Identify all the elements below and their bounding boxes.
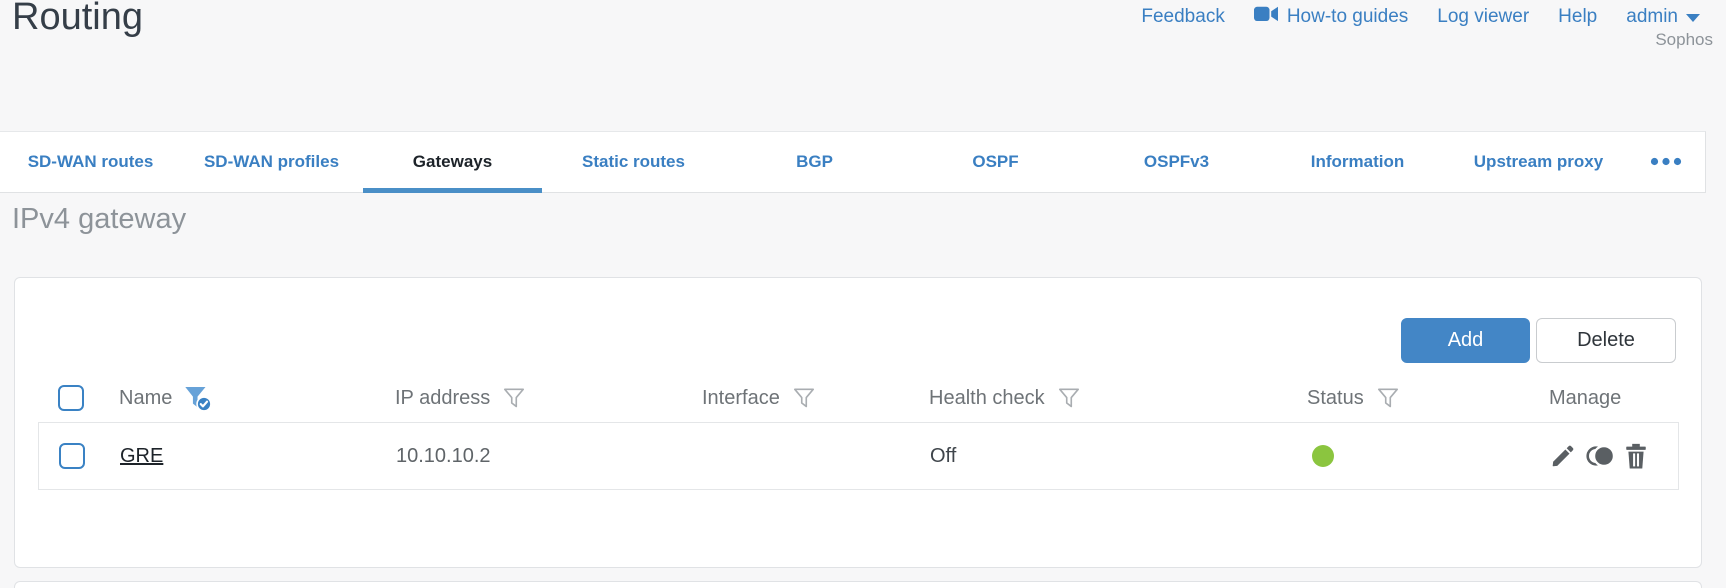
trash-icon[interactable] — [1624, 443, 1648, 469]
tab-ospfv3[interactable]: OSPFv3 — [1086, 132, 1267, 192]
tab-ospf[interactable]: OSPF — [905, 132, 1086, 192]
add-button[interactable]: Add — [1401, 318, 1530, 363]
help-link[interactable]: Help — [1558, 6, 1597, 28]
log-viewer-label: Log viewer — [1437, 6, 1530, 27]
user-menu[interactable]: admin — [1626, 6, 1700, 28]
video-camera-icon — [1253, 6, 1279, 28]
table-toolbar: Add Delete — [1401, 318, 1676, 363]
tab-sdwan-routes[interactable]: SD-WAN routes — [0, 132, 181, 192]
filter-icon[interactable] — [1056, 385, 1082, 411]
manage-actions — [1542, 443, 1678, 469]
top-navigation: Feedback How-to guides Log viewer Help a… — [1141, 6, 1700, 28]
filter-icon[interactable] — [501, 385, 527, 411]
column-header-manage: Manage — [1549, 386, 1622, 409]
section-heading: IPv4 gateway — [12, 203, 187, 235]
delete-button[interactable]: Delete — [1536, 318, 1676, 363]
more-tabs-button[interactable] — [1629, 132, 1702, 192]
status-green-dot — [1312, 445, 1334, 467]
next-section-card-edge — [14, 581, 1702, 588]
tab-bgp[interactable]: BGP — [724, 132, 905, 192]
gateway-health-check: Off — [930, 444, 957, 467]
column-header-name: Name — [119, 386, 173, 409]
howto-guides-label: How-to guides — [1286, 6, 1409, 27]
table-header: Name IP address Interface Health check S… — [38, 375, 1679, 421]
page-title: Routing — [12, 0, 143, 38]
feedback-link[interactable]: Feedback — [1141, 6, 1224, 28]
clone-icon[interactable] — [1585, 443, 1615, 469]
filter-active-icon[interactable] — [183, 384, 213, 412]
row-checkbox[interactable] — [59, 443, 85, 469]
tab-static-routes[interactable]: Static routes — [543, 132, 724, 192]
tab-sdwan-profiles[interactable]: SD-WAN profiles — [181, 132, 362, 192]
chevron-down-icon — [1686, 14, 1700, 22]
table-row: GRE 10.10.10.2 Off — [38, 422, 1679, 490]
column-header-status: Status — [1307, 386, 1364, 409]
select-all-checkbox[interactable] — [58, 385, 84, 411]
edit-pencil-icon[interactable] — [1550, 443, 1576, 469]
howto-guides-link[interactable]: How-to guides — [1253, 6, 1409, 28]
column-header-ip-address: IP address — [395, 386, 491, 409]
filter-icon[interactable] — [791, 385, 817, 411]
tab-upstream-proxy[interactable]: Upstream proxy — [1448, 132, 1629, 192]
feedback-label: Feedback — [1141, 6, 1225, 27]
gateway-ip-address: 10.10.10.2 — [396, 444, 491, 467]
log-viewer-link[interactable]: Log viewer — [1437, 6, 1529, 28]
filter-icon[interactable] — [1375, 385, 1401, 411]
gateway-name-link[interactable]: GRE — [120, 445, 163, 468]
help-label: Help — [1558, 6, 1598, 27]
ipv4-gateway-card: Add Delete Name IP address Interface Hea… — [14, 277, 1702, 568]
tab-gateways[interactable]: Gateways — [362, 132, 543, 193]
user-menu-label: admin — [1626, 6, 1678, 27]
column-header-health-check: Health check — [929, 386, 1045, 409]
brand-label: Sophos — [1655, 30, 1713, 49]
column-header-interface: Interface — [702, 386, 780, 409]
tab-information[interactable]: Information — [1267, 132, 1448, 192]
ellipsis-icon — [1650, 153, 1682, 171]
routing-tab-bar: SD-WAN routes SD-WAN profiles Gateways S… — [0, 131, 1706, 193]
